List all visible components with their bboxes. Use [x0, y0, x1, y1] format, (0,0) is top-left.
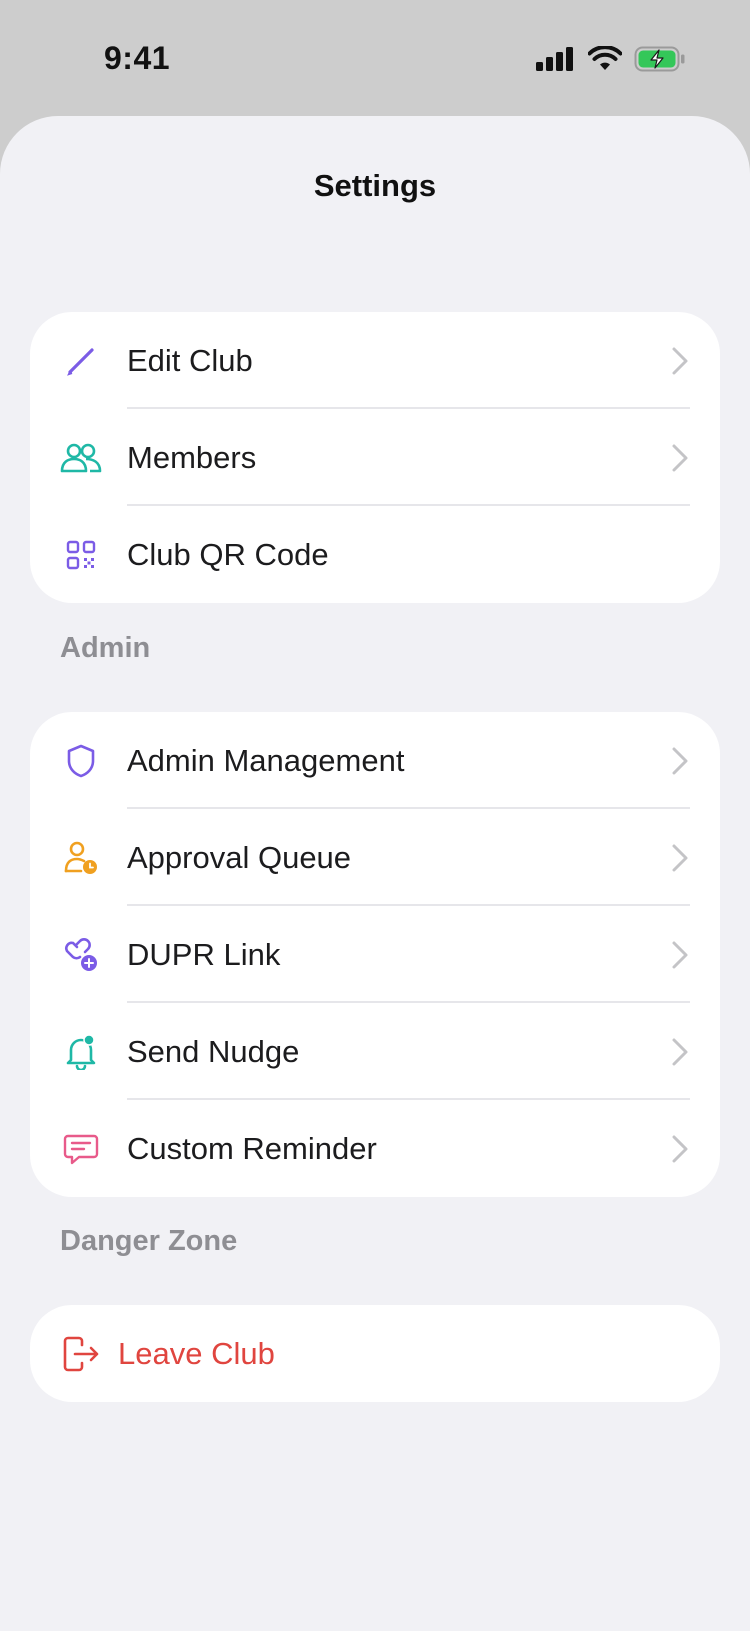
edit-club-row[interactable]: Edit Club: [30, 312, 720, 409]
pencil-icon: [60, 340, 102, 382]
leave-club-label: Leave Club: [118, 1335, 275, 1371]
chevron-right-icon: [672, 747, 688, 774]
qr-code-icon: [60, 534, 102, 576]
approval-queue-row[interactable]: Approval Queue: [30, 809, 720, 906]
approval-queue-label: Approval Queue: [127, 839, 352, 875]
battery-charging-icon: [634, 46, 685, 72]
custom-reminder-row[interactable]: Custom Reminder: [30, 1100, 720, 1197]
dupr-link-row[interactable]: DUPR Link: [30, 906, 720, 1003]
edit-club-label: Edit Club: [127, 342, 253, 378]
members-label: Members: [127, 439, 257, 475]
message-icon: [60, 1128, 102, 1170]
dupr-link-label: DUPR Link: [127, 936, 281, 972]
settings-sheet: Settings Edit Club Members Club QR Code …: [0, 116, 750, 1631]
chevron-right-icon: [672, 347, 688, 374]
send-nudge-label: Send Nudge: [127, 1033, 300, 1069]
logout-icon: [60, 1333, 102, 1375]
admin-card: Admin Management Approval Queue DUPR Lin…: [30, 712, 720, 1197]
chevron-right-icon: [672, 1135, 688, 1162]
chevron-right-icon: [672, 844, 688, 871]
people-icon: [60, 437, 102, 479]
status-bar: 9:41: [0, 0, 750, 116]
admin-section-header: Admin: [60, 632, 151, 664]
send-nudge-row[interactable]: Send Nudge: [30, 1003, 720, 1100]
danger-zone-section-header: Danger Zone: [60, 1225, 238, 1257]
link-plus-icon: [60, 934, 102, 976]
admin-management-row[interactable]: Admin Management: [30, 712, 720, 809]
members-row[interactable]: Members: [30, 409, 720, 506]
page-title: Settings: [313, 168, 437, 203]
club-settings-card: Edit Club Members Club QR Code: [30, 312, 720, 603]
status-time: 9:41: [104, 40, 171, 76]
wifi-icon: [588, 46, 622, 70]
club-qr-code-row[interactable]: Club QR Code: [30, 506, 720, 603]
custom-reminder-label: Custom Reminder: [127, 1130, 377, 1166]
shield-icon: [60, 740, 102, 782]
chevron-right-icon: [672, 941, 688, 968]
status-icons: [536, 46, 686, 72]
bell-dot-icon: [60, 1031, 102, 1073]
club-qr-code-label: Club QR Code: [127, 536, 329, 572]
danger-zone-card: Leave Club: [30, 1305, 720, 1402]
chevron-right-icon: [672, 1038, 688, 1065]
admin-management-label: Admin Management: [127, 742, 405, 778]
leave-club-row[interactable]: Leave Club: [30, 1305, 720, 1402]
cellular-signal-icon: [536, 47, 573, 71]
user-clock-icon: [60, 837, 102, 879]
chevron-right-icon: [672, 444, 688, 471]
